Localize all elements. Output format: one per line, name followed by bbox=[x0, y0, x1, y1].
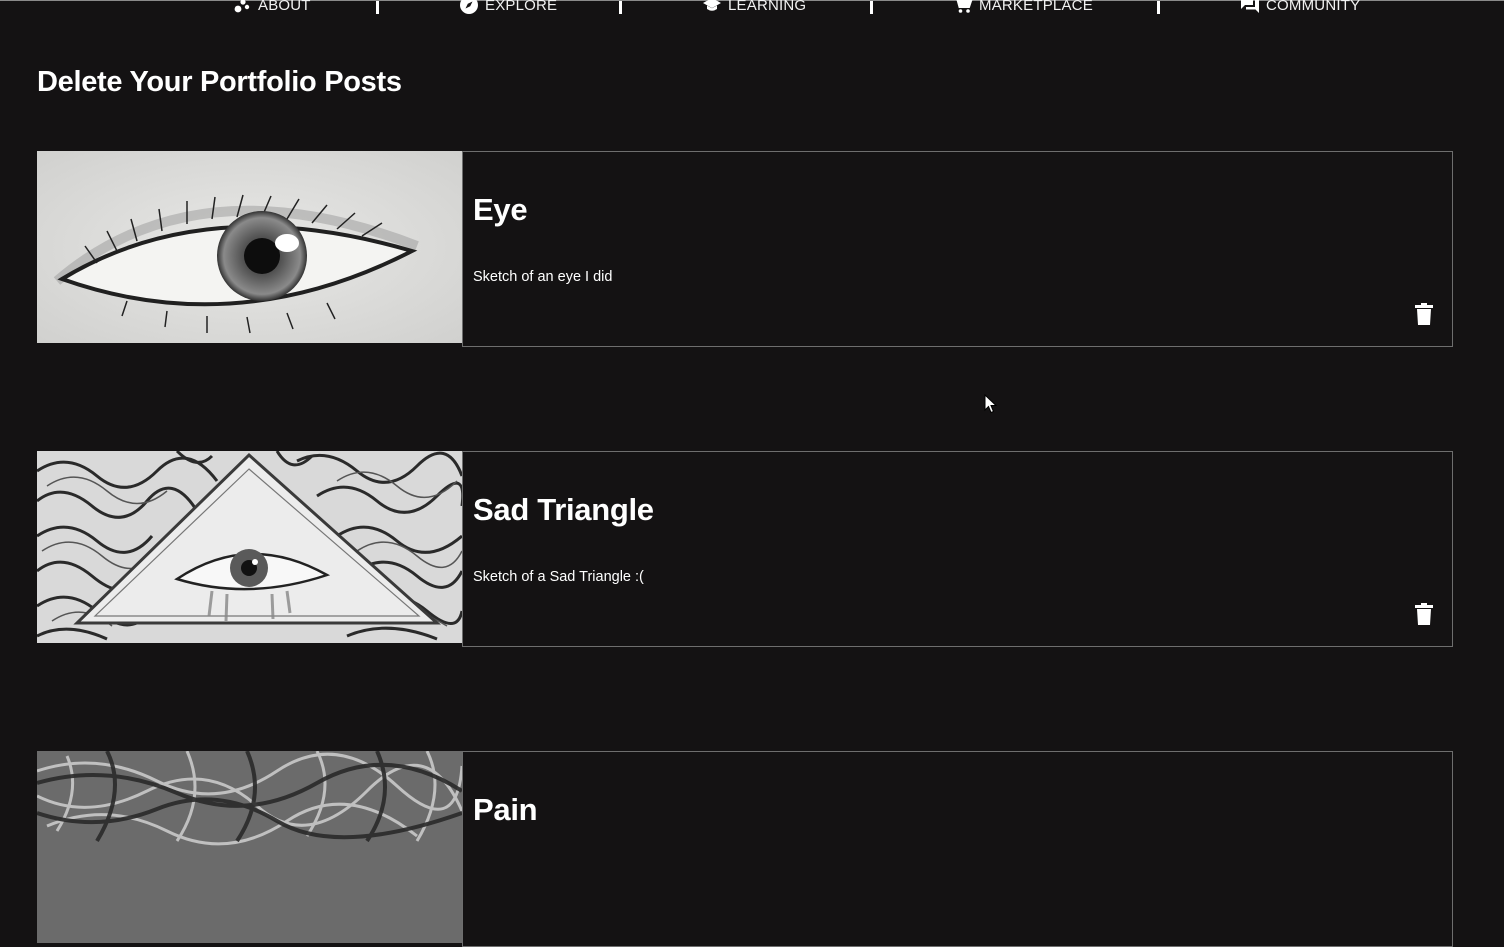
mouse-cursor-icon bbox=[984, 393, 998, 414]
delete-post-button[interactable] bbox=[1412, 602, 1436, 626]
post-content: Pain bbox=[462, 751, 1453, 947]
nav-item-label: MARKETPLACE bbox=[979, 0, 1093, 14]
post-thumbnail-sad-triangle[interactable] bbox=[37, 451, 462, 643]
compass-icon bbox=[459, 0, 479, 15]
cart-icon bbox=[953, 0, 973, 15]
nav-item-label: COMMUNITY bbox=[1266, 0, 1361, 14]
nav-item-explore[interactable]: EXPLORE bbox=[459, 0, 557, 15]
school-icon bbox=[702, 0, 722, 15]
page-title: Delete Your Portfolio Posts bbox=[37, 66, 402, 98]
post-thumbnail-eye[interactable] bbox=[37, 151, 462, 343]
nav-item-label: ABOUT bbox=[258, 0, 311, 14]
nav-divider bbox=[619, 1, 622, 14]
scatter-dots-icon bbox=[232, 0, 252, 15]
top-navigation: ABOUT EXPLORE LEARNING MARKETPLACE COMMU… bbox=[0, 0, 1504, 15]
nav-item-learning[interactable]: LEARNING bbox=[702, 0, 806, 15]
portfolio-post-card: Eye Sketch of an eye I did bbox=[37, 151, 1453, 347]
post-title: Pain bbox=[473, 792, 538, 827]
delete-post-button[interactable] bbox=[1412, 302, 1436, 326]
post-content: Eye Sketch of an eye I did bbox=[462, 151, 1453, 347]
nav-item-about[interactable]: ABOUT bbox=[232, 0, 311, 15]
portfolio-post-card: Pain bbox=[37, 751, 1453, 947]
post-description: Sketch of an eye I did bbox=[473, 269, 613, 285]
nav-divider bbox=[870, 1, 873, 14]
nav-item-label: LEARNING bbox=[728, 0, 807, 14]
nav-item-label: EXPLORE bbox=[485, 0, 558, 14]
trash-icon bbox=[1415, 303, 1433, 325]
post-title: Eye bbox=[473, 192, 528, 227]
post-title: Sad Triangle bbox=[473, 492, 654, 527]
nav-item-community[interactable]: COMMUNITY bbox=[1240, 0, 1360, 15]
post-thumbnail-pain[interactable] bbox=[37, 751, 462, 943]
forum-icon bbox=[1240, 0, 1260, 15]
portfolio-post-card: Sad Triangle Sketch of a Sad Triangle :( bbox=[37, 451, 1453, 647]
nav-divider bbox=[376, 1, 379, 14]
post-content: Sad Triangle Sketch of a Sad Triangle :( bbox=[462, 451, 1453, 647]
post-description: Sketch of a Sad Triangle :( bbox=[473, 569, 644, 585]
nav-item-marketplace[interactable]: MARKETPLACE bbox=[953, 0, 1093, 15]
trash-icon bbox=[1415, 603, 1433, 625]
nav-divider bbox=[1157, 1, 1160, 14]
